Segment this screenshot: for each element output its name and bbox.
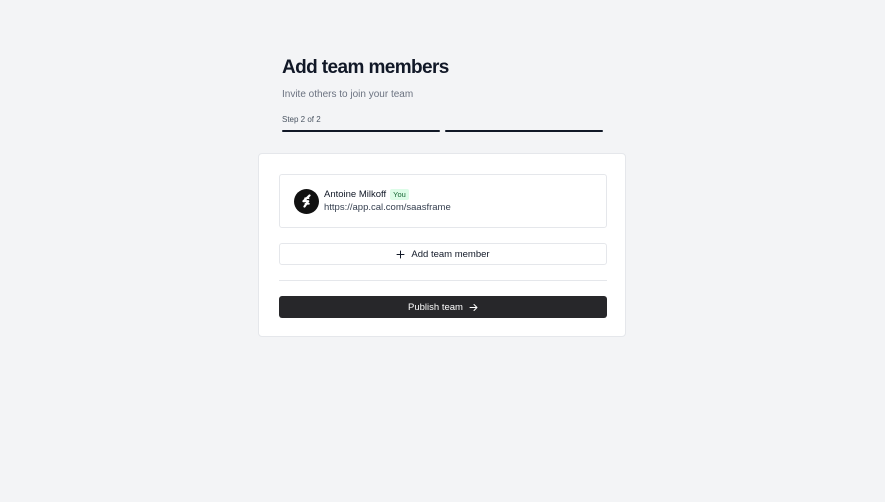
page-title: Add team members — [282, 57, 449, 78]
step-progress — [282, 130, 603, 132]
member-info: Antoine Milkoff You https://app.cal.com/… — [324, 189, 451, 213]
add-team-member-label: Add team member — [411, 248, 490, 260]
avatar — [294, 188, 319, 214]
publish-team-button[interactable]: Publish team — [279, 296, 607, 318]
member-row: Antoine Milkoff You https://app.cal.com/… — [279, 174, 607, 228]
member-name: Antoine Milkoff — [324, 189, 387, 200]
add-team-member-button[interactable]: Add team member — [279, 243, 607, 265]
you-badge: You — [390, 189, 409, 200]
step-indicator-label: Step 2 of 2 — [282, 115, 321, 124]
logo-icon — [300, 194, 314, 208]
team-members-card: Antoine Milkoff You https://app.cal.com/… — [258, 153, 626, 337]
step-bar-2 — [445, 130, 603, 132]
member-name-row: Antoine Milkoff You — [324, 189, 451, 200]
member-url: https://app.cal.com/saasframe — [324, 202, 451, 213]
onboarding-page: Add team members Invite others to join y… — [0, 0, 885, 502]
plus-icon — [396, 250, 405, 259]
publish-team-label: Publish team — [408, 301, 463, 313]
step-bar-1 — [282, 130, 440, 132]
arrow-right-icon — [469, 303, 478, 312]
divider — [279, 280, 607, 281]
page-subtitle: Invite others to join your team — [282, 89, 414, 100]
page-header: Add team members Invite others to join y… — [282, 56, 603, 132]
